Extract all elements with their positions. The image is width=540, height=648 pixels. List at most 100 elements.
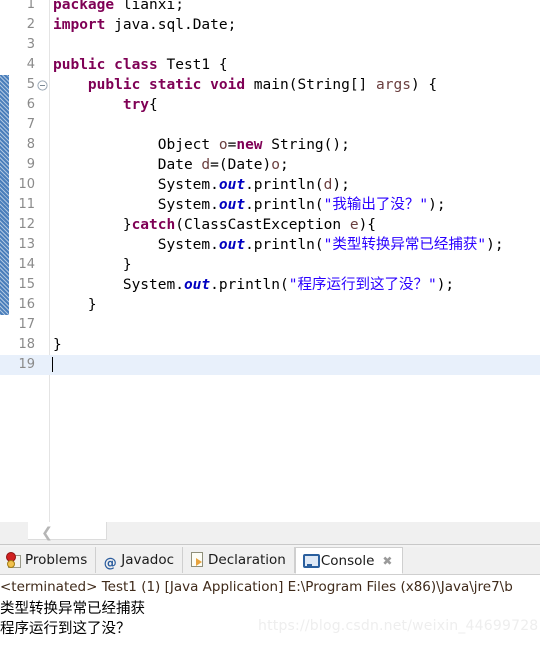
- tab-console[interactable]: Console ✖: [294, 547, 404, 574]
- text-caret: [52, 357, 53, 372]
- code-fold-collapse-icon[interactable]: [37, 75, 48, 95]
- code-token: out: [218, 177, 246, 193]
- line-number: 8: [26, 137, 35, 152]
- code-token: e: [349, 217, 359, 233]
- close-icon[interactable]: ✖: [380, 548, 394, 574]
- console-output-area[interactable]: <terminated> Test1 (1) [Java Application…: [0, 575, 540, 648]
- line-number: 18: [18, 337, 35, 352]
- line-number: 10: [18, 177, 35, 192]
- code-line-text: Object o=new String();: [53, 135, 350, 155]
- code-line-text: package lianxi;: [53, 0, 184, 15]
- code-token: public static void: [87, 77, 246, 93]
- code-token: public class: [53, 57, 158, 73]
- code-token: ){: [358, 217, 377, 233]
- code-line[interactable]: 15 System.out.println("程序运行到这了没？");: [0, 275, 540, 295]
- eclipse-ide-window: 1 package lianxi; 2 import java.sql.Date; 3 4…: [0, 0, 540, 648]
- declaration-page-icon: [189, 551, 205, 567]
- view-tab-bar[interactable]: Problems @ Javadoc Declaration Console ✖: [0, 547, 540, 575]
- code-line[interactable]: 9 Date d=(Date)o;: [0, 155, 540, 175]
- code-token: out: [218, 197, 246, 213]
- code-token: out: [218, 237, 246, 253]
- line-number: 19: [18, 357, 35, 372]
- line-number: 1: [26, 0, 35, 12]
- code-token: );: [436, 277, 455, 293]
- java-source-editor[interactable]: 1 package lianxi; 2 import java.sql.Date; 3 4…: [0, 0, 540, 522]
- code-line-text: }catch(ClassCastException e){: [53, 215, 376, 235]
- code-line[interactable]: 14 }: [0, 255, 540, 275]
- code-token: {: [149, 97, 158, 113]
- line-number: 13: [18, 237, 35, 252]
- line-number: 15: [18, 277, 35, 292]
- line-number: 12: [18, 217, 35, 232]
- code-line-text: public class Test1 {: [53, 55, 228, 75]
- code-line-text: }: [53, 295, 97, 315]
- code-line-text: try{: [53, 95, 158, 115]
- code-token: catch: [131, 217, 176, 233]
- code-line-text: System.out.println("程序运行到这了没？");: [53, 275, 454, 295]
- code-token: Test1 {: [157, 57, 228, 73]
- code-line[interactable]: 16 }: [0, 295, 540, 315]
- code-line[interactable]: 5 public static void main(String[] args)…: [0, 75, 540, 95]
- tab-problems[interactable]: Problems: [0, 547, 97, 573]
- code-token: }: [53, 257, 132, 273]
- code-line[interactable]: 10 System.out.println(d);: [0, 175, 540, 195]
- code-token: }: [53, 217, 132, 233]
- code-token: .println(: [210, 277, 289, 293]
- code-line[interactable]: 18}: [0, 335, 540, 355]
- code-token: System.: [53, 237, 219, 253]
- code-line[interactable]: 6 try{: [0, 95, 540, 115]
- scroll-left-arrow-icon[interactable]: ❮: [40, 525, 54, 541]
- code-token: ) {: [410, 77, 438, 93]
- editor-horizontal-scrollbar[interactable]: ❮: [0, 522, 540, 544]
- code-line[interactable]: 17: [0, 315, 540, 335]
- code-token: "类型转换异常已经捕获": [323, 237, 487, 253]
- code-token: Date: [53, 157, 202, 173]
- line-number: 5: [26, 77, 35, 92]
- code-line[interactable]: 8 Object o=new String();: [0, 135, 540, 155]
- code-token: java.sql.Date;: [105, 17, 237, 33]
- code-token: );: [428, 197, 446, 213]
- code-token: );: [332, 177, 350, 193]
- code-line[interactable]: 19: [0, 355, 540, 375]
- code-token: ;: [279, 157, 289, 173]
- code-line[interactable]: 7: [0, 115, 540, 135]
- code-token: System.: [53, 277, 184, 293]
- code-line[interactable]: 12 }catch(ClassCastException e){: [0, 215, 540, 235]
- code-token: Object: [53, 137, 219, 153]
- code-line[interactable]: 4 public class Test1 {: [0, 55, 540, 75]
- code-line-text: }: [53, 255, 132, 275]
- code-token: (ClassCastException: [175, 217, 350, 233]
- code-line[interactable]: 11 System.out.println("我输出了没？");: [0, 195, 540, 215]
- code-token: =(Date): [210, 157, 272, 173]
- code-line-text: import java.sql.Date;: [53, 15, 236, 35]
- code-lines-container[interactable]: 1 package lianxi; 2 import java.sql.Date; 3 4…: [0, 0, 540, 375]
- tab-declaration[interactable]: Declaration: [183, 547, 295, 573]
- code-token: .println(: [245, 177, 324, 193]
- code-token: System.: [53, 177, 219, 193]
- code-line[interactable]: 1 package lianxi;: [0, 0, 540, 15]
- problems-marker-icon: [6, 551, 22, 568]
- line-number: 7: [26, 117, 35, 132]
- code-line-text: System.out.println("我输出了没？");: [53, 195, 446, 215]
- code-token: "我输出了没？": [323, 197, 429, 213]
- line-number: 14: [18, 257, 35, 272]
- console-output-line: 程序运行到这了没？: [0, 621, 131, 637]
- console-output-line: 类型转换异常已经捕获: [0, 601, 145, 617]
- code-token: }: [53, 337, 62, 353]
- code-token: o: [218, 137, 228, 153]
- code-token: args: [376, 77, 411, 93]
- tab-javadoc[interactable]: @ Javadoc: [96, 547, 184, 573]
- code-line[interactable]: 3: [0, 35, 540, 55]
- code-token: import: [53, 17, 106, 33]
- line-number: 4: [26, 57, 35, 72]
- code-line[interactable]: 13 System.out.println("类型转换异常已经捕获");: [0, 235, 540, 255]
- line-number: 16: [18, 297, 35, 312]
- tab-label: Problems: [25, 552, 88, 568]
- code-line-text: System.out.println("类型转换异常已经捕获");: [53, 235, 504, 255]
- code-line[interactable]: 2 import java.sql.Date;: [0, 15, 540, 35]
- code-token: "程序运行到这了没？": [288, 277, 437, 293]
- code-token: );: [486, 237, 504, 253]
- code-token: new: [236, 137, 263, 153]
